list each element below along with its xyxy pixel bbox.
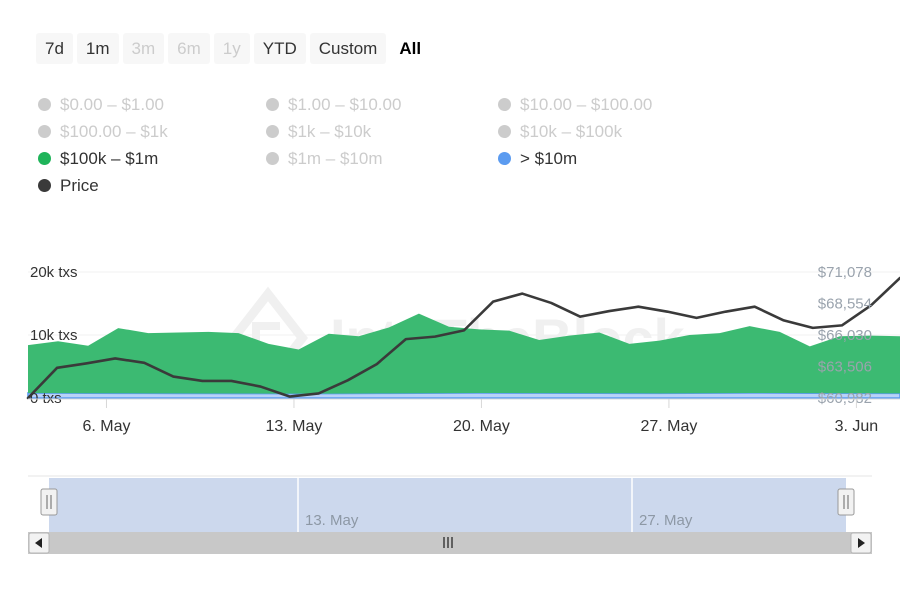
range-button-7d[interactable]: 7d xyxy=(36,33,73,64)
navigator-handle-right[interactable] xyxy=(838,489,854,515)
legend-item-8[interactable]: > $10m xyxy=(498,150,728,167)
scrollbar-right-arrow-icon[interactable] xyxy=(851,533,871,553)
legend-row: $0.00 – $1.00 $1.00 – $10.00 $10.00 – $100… xyxy=(38,96,738,123)
price-axis-tick-label: $63,506 xyxy=(818,359,872,376)
legend-item-9[interactable]: Price xyxy=(38,177,266,194)
navigator-svg[interactable]: 13. May 27. May xyxy=(28,466,872,556)
legend-item-label: $100k – $1m xyxy=(60,150,158,167)
legend-item-label: $1m – $10m xyxy=(288,150,383,167)
chart-navigator[interactable]: 13. May 27. May xyxy=(28,466,872,556)
range-selector[interactable]: 7d1m3m6m1yYTDCustomAll xyxy=(36,33,430,64)
range-button-3m: 3m xyxy=(123,33,165,64)
legend-color-dot-icon xyxy=(38,152,51,165)
legend-item-label: $0.00 – $1.00 xyxy=(60,96,164,113)
price-axis-tick-label: $68,554 xyxy=(818,296,872,313)
legend-row: $100.00 – $1k $1k – $10k $10k – $100k xyxy=(38,123,738,150)
legend-item-label: $1k – $10k xyxy=(288,123,371,140)
legend-item-label: $100.00 – $1k xyxy=(60,123,168,140)
legend-color-dot-icon xyxy=(498,152,511,165)
range-button-custom[interactable]: Custom xyxy=(310,33,387,64)
legend-row: $100k – $1m $1m – $10m > $10m xyxy=(38,150,738,177)
chart-plot-area[interactable]: IntoTheBlock0 txs10k txs20k txs$60,982$6… xyxy=(0,250,900,450)
range-button-6m: 6m xyxy=(168,33,210,64)
legend-color-dot-icon xyxy=(38,179,51,192)
navigator-selected-range[interactable] xyxy=(49,478,846,532)
legend-item-3[interactable]: $100.00 – $1k xyxy=(38,123,266,140)
range-button-ytd[interactable]: YTD xyxy=(254,33,306,64)
legend-item-2[interactable]: $10.00 – $100.00 xyxy=(498,96,728,113)
legend-color-dot-icon xyxy=(498,125,511,138)
x-axis-tick-label: 13. May xyxy=(265,418,322,435)
range-button-1y: 1y xyxy=(214,33,250,64)
price-axis-tick-label: $66,030 xyxy=(818,327,872,344)
price-axis-tick-label: $71,078 xyxy=(818,264,872,281)
legend-color-dot-icon xyxy=(266,152,279,165)
legend-item-6[interactable]: $100k – $1m xyxy=(38,150,266,167)
legend-item-label: $1.00 – $10.00 xyxy=(288,96,401,113)
chart-legend[interactable]: $0.00 – $1.00 $1.00 – $10.00 $10.00 – $100… xyxy=(38,96,738,204)
scrollbar-track[interactable] xyxy=(28,532,872,554)
legend-item-1[interactable]: $1.00 – $10.00 xyxy=(266,96,498,113)
legend-color-dot-icon xyxy=(266,98,279,111)
range-button-all[interactable]: All xyxy=(390,33,430,64)
scrollbar-left-arrow-icon[interactable] xyxy=(29,533,49,553)
legend-item-7[interactable]: $1m – $10m xyxy=(266,150,498,167)
legend-item-label: $10.00 – $100.00 xyxy=(520,96,652,113)
legend-color-dot-icon xyxy=(498,98,511,111)
legend-color-dot-icon xyxy=(38,98,51,111)
legend-color-dot-icon xyxy=(38,125,51,138)
navigator-handle-left[interactable] xyxy=(41,489,57,515)
legend-item-label: Price xyxy=(60,177,99,194)
y-axis-tick-label: 10k txs xyxy=(30,327,78,344)
y-axis-tick-label: 20k txs xyxy=(30,264,78,281)
legend-item-label: $10k – $100k xyxy=(520,123,622,140)
chart-svg: IntoTheBlock0 txs10k txs20k txs$60,982$6… xyxy=(0,250,900,450)
legend-color-dot-icon xyxy=(266,125,279,138)
navigator-date-label: 27. May xyxy=(639,512,693,529)
legend-item-5[interactable]: $10k – $100k xyxy=(498,123,728,140)
legend-item-4[interactable]: $1k – $10k xyxy=(266,123,498,140)
legend-item-label: > $10m xyxy=(520,150,577,167)
legend-row: Price xyxy=(38,177,738,204)
x-axis-tick-label: 3. Jun xyxy=(835,418,879,435)
x-axis-tick-label: 20. May xyxy=(453,418,510,435)
series-area-gt-10m xyxy=(28,393,900,398)
x-axis-tick-label: 27. May xyxy=(640,418,697,435)
navigator-date-label: 13. May xyxy=(305,512,359,529)
legend-item-0[interactable]: $0.00 – $1.00 xyxy=(38,96,266,113)
range-button-1m[interactable]: 1m xyxy=(77,33,119,64)
x-axis-tick-label: 6. May xyxy=(82,418,130,435)
